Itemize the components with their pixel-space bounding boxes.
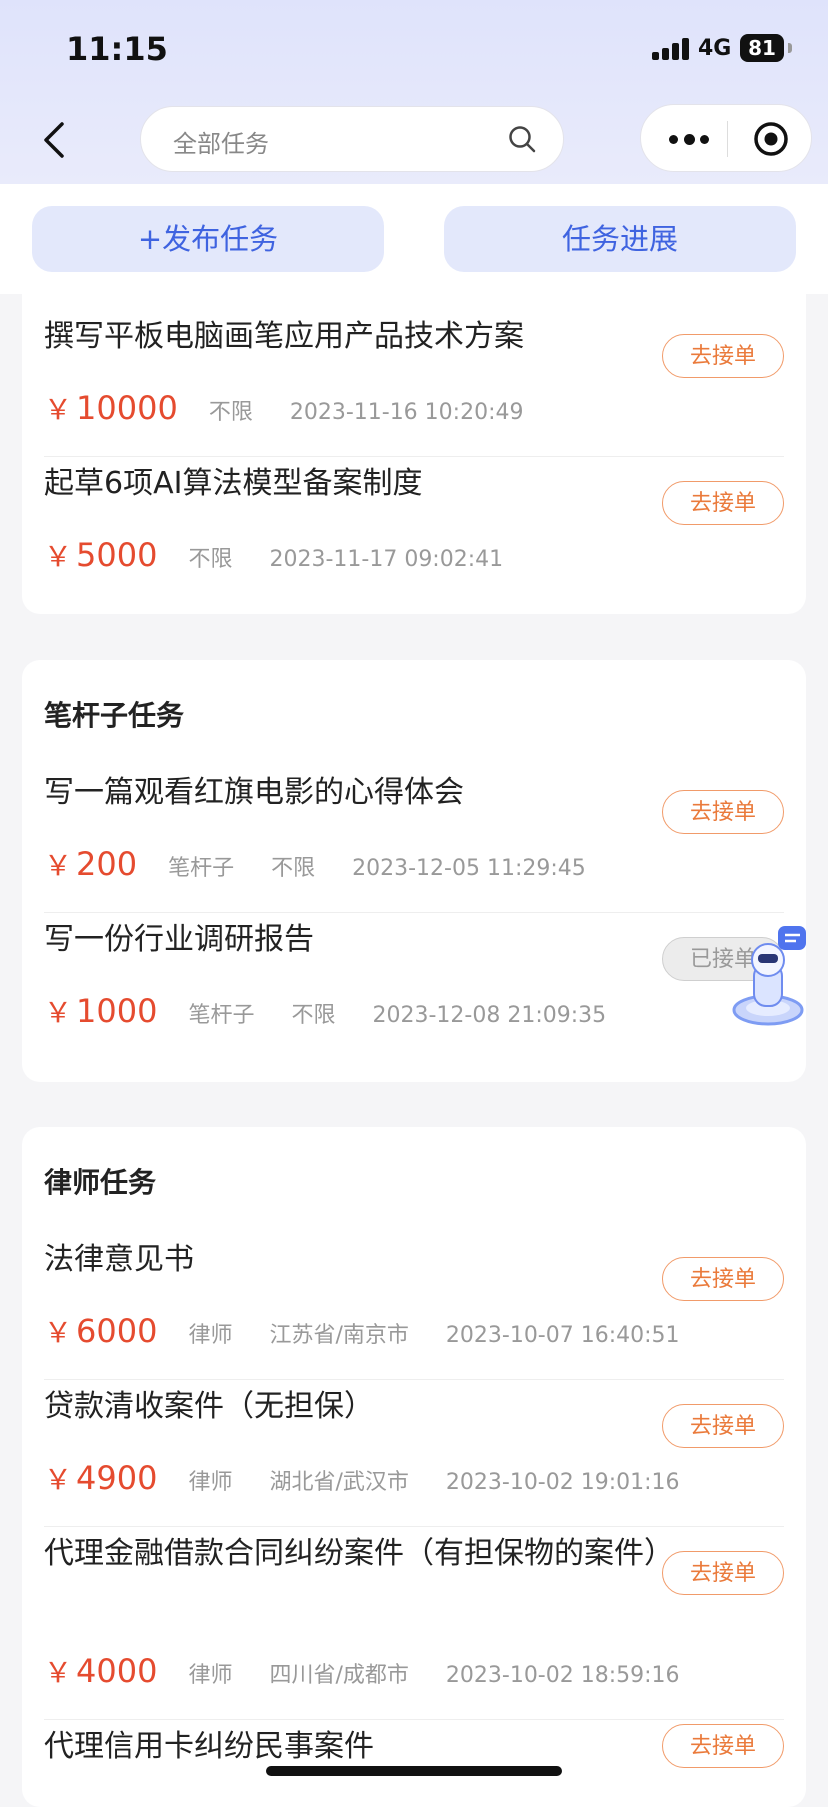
row-divider [44, 912, 784, 913]
bigan-task-card: 笔杆子任务 写一篇观看红旗电影的心得体会 去接单 ￥ 200 笔杆子 不限 202… [22, 660, 806, 1082]
row-divider [44, 1719, 784, 1720]
home-indicator [266, 1766, 562, 1776]
task-date: 2023-12-05 11:29:45 [352, 856, 586, 881]
task-row[interactable]: 写一篇观看红旗电影的心得体会 去接单 ￥ 200 笔杆子 不限 2023-12-0… [44, 770, 784, 913]
task-date: 2023-10-07 16:40:51 [445, 1323, 680, 1348]
accept-task-button[interactable]: 去接单 [662, 1724, 784, 1768]
task-date: 2023-10-02 18:59:16 [445, 1663, 680, 1688]
task-row[interactable]: 起草6项AI算法模型备案制度 去接单 ￥ 5000 不限 2023-11-17 0… [44, 461, 784, 587]
task-price: ￥ 200 [44, 845, 138, 883]
battery-tip [788, 43, 792, 53]
task-card-partial: 撰写平板电脑画笔应用产品技术方案 去接单 ￥ 10000 不限 2023-11-1… [22, 294, 806, 614]
task-meta: ￥ 6000 律师 江苏省/南京市 2023-10-07 16:40:51 [44, 1311, 680, 1351]
battery-icon: 81 [740, 34, 784, 62]
task-tag: 不限 [291, 1003, 336, 1028]
status-bar: 11:15 4G 81 [0, 0, 828, 100]
task-tag: 律师 [188, 1663, 233, 1688]
action-bar: +发布任务 任务进展 [0, 184, 828, 294]
task-tag: 不限 [208, 400, 253, 425]
task-row[interactable]: 写一份行业调研报告 已接单 ￥ 1000 笔杆子 不限 2023-12-08 21… [44, 917, 784, 1043]
task-meta: ￥ 4900 律师 湖北省/武汉市 2023-10-02 19:01:16 [44, 1458, 680, 1498]
task-meta: ￥ 10000 不限 2023-11-16 10:20:49 [44, 388, 523, 428]
task-title: 起草6项AI算法模型备案制度 [44, 466, 423, 501]
task-title: 撰写平板电脑画笔应用产品技术方案 [44, 319, 524, 354]
task-tag: 笔杆子 [188, 1003, 255, 1028]
search-box[interactable]: 全部任务 [140, 106, 564, 172]
assistant-robot-icon[interactable] [730, 920, 810, 1032]
accept-task-button[interactable]: 去接单 [662, 481, 784, 525]
task-meta: ￥ 1000 笔杆子 不限 2023-12-08 21:09:35 [44, 991, 606, 1031]
accept-task-button[interactable]: 去接单 [662, 1404, 784, 1448]
back-button[interactable] [36, 118, 74, 162]
task-title: 代理信用卡纠纷民事案件 [44, 1729, 374, 1764]
task-title: 写一份行业调研报告 [44, 922, 314, 957]
section-title: 笔杆子任务 [44, 699, 185, 732]
task-tag: 不限 [188, 547, 233, 572]
accept-task-button[interactable]: 去接单 [662, 790, 784, 834]
network-type: 4G [698, 36, 732, 61]
signal-icon [652, 38, 692, 60]
task-row[interactable]: 代理金融借款合同纠纷案件（有担保物的案件） 去接单 ￥ 4000 律师 四川省/成… [44, 1531, 784, 1720]
task-row[interactable]: 撰写平板电脑画笔应用产品技术方案 去接单 ￥ 10000 不限 2023-11-1… [44, 314, 784, 457]
publish-task-button[interactable]: +发布任务 [32, 206, 384, 272]
task-date: 2023-11-17 09:02:41 [269, 547, 504, 572]
row-divider [44, 1379, 784, 1380]
search-icon [509, 126, 536, 153]
task-title: 法律意见书 [44, 1242, 194, 1277]
row-divider [44, 456, 784, 457]
status-time: 11:15 [66, 30, 168, 68]
accept-task-button[interactable]: 去接单 [662, 1551, 784, 1595]
task-price: ￥ 6000 [44, 1312, 158, 1350]
task-tag: 律师 [188, 1323, 233, 1348]
task-tag: 不限 [271, 856, 316, 881]
task-price: ￥ 1000 [44, 992, 158, 1030]
task-price: ￥ 4000 [44, 1652, 158, 1690]
accept-task-button[interactable]: 去接单 [662, 334, 784, 378]
close-miniprogram-icon[interactable] [753, 121, 789, 157]
lawyer-task-card: 律师任务 法律意见书 去接单 ￥ 6000 律师 江苏省/南京市 2023-10-… [22, 1127, 806, 1807]
task-date: 2023-12-08 21:09:35 [372, 1003, 607, 1028]
search-placeholder: 全部任务 [173, 130, 269, 158]
miniprogram-capsule [640, 104, 812, 172]
accept-task-button[interactable]: 去接单 [662, 1257, 784, 1301]
task-row[interactable]: 法律意见书 去接单 ￥ 6000 律师 江苏省/南京市 2023-10-07 16… [44, 1237, 784, 1380]
task-location: 江苏省/南京市 [269, 1323, 409, 1348]
task-price: ￥ 10000 [44, 389, 178, 427]
task-price: ￥ 4900 [44, 1459, 158, 1497]
task-meta: ￥ 5000 不限 2023-11-17 09:02:41 [44, 535, 503, 575]
task-title: 代理金融借款合同纠纷案件（有担保物的案件） [44, 1536, 674, 1571]
task-title: 贷款清收案件（无担保） [44, 1389, 374, 1424]
task-meta: ￥ 200 笔杆子 不限 2023-12-05 11:29:45 [44, 844, 586, 884]
task-location: 四川省/成都市 [269, 1663, 409, 1688]
section-title: 律师任务 [44, 1166, 157, 1199]
task-date: 2023-10-02 19:01:16 [445, 1470, 680, 1495]
chevron-left-icon [44, 122, 64, 158]
task-date: 2023-11-16 10:20:49 [289, 400, 524, 425]
task-row[interactable]: 贷款清收案件（无担保） 去接单 ￥ 4900 律师 湖北省/武汉市 2023-10… [44, 1384, 784, 1527]
task-progress-button[interactable]: 任务进展 [444, 206, 796, 272]
more-icon[interactable] [667, 127, 717, 151]
task-price: ￥ 5000 [44, 536, 158, 574]
capsule-divider [727, 121, 728, 157]
task-location: 湖北省/武汉市 [269, 1470, 409, 1495]
row-divider [44, 1526, 784, 1527]
task-tag: 律师 [188, 1470, 233, 1495]
task-tag: 笔杆子 [168, 856, 235, 881]
task-title: 写一篇观看红旗电影的心得体会 [44, 775, 464, 810]
task-meta: ￥ 4000 律师 四川省/成都市 2023-10-02 18:59:16 [44, 1651, 680, 1691]
